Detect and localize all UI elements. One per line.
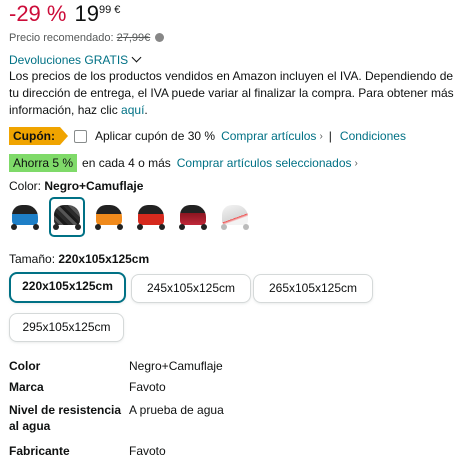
price-fraction: 99 € [98,4,121,16]
free-returns-label: Devoluciones GRATIS [9,53,129,67]
separator: | [328,129,332,143]
spec-key: Fabricante [9,444,70,458]
spec-value: Favoto [129,380,166,394]
coupon-text[interactable]: Aplicar cupón de 30 % [95,129,215,143]
recommended-price-label: Precio recomendado: [9,32,114,44]
size-option-220[interactable]: 220x105x125cm [9,272,126,303]
chevron-right-icon: › [354,157,358,169]
swatch-silver[interactable] [219,199,251,235]
coupon-row: Cupón: Aplicar cupón de 30 % Comprar art… [9,127,406,145]
wheel-shape [75,224,81,230]
size-selected: 220x105x125cm [58,252,150,266]
free-returns-link[interactable]: Devoluciones GRATIS [9,52,142,67]
coupon-shop-link[interactable]: Comprar artículos [221,129,316,143]
swatch-red[interactable] [135,199,167,235]
spec-value: Favoto [129,444,166,458]
swatch-blue[interactable] [9,199,41,235]
wheel-shape [11,224,17,230]
spec-key: Marca [9,380,44,394]
wheel-shape [179,224,185,230]
size-label: Tamaño: 220x105x125cm [9,252,149,266]
color-swatches [9,197,261,237]
save-badge: Ahorra 5 % [9,154,78,172]
vat-end: . [144,103,148,117]
spec-key: Nivel de resistencia al agua [9,402,129,434]
color-label: Color: Negro+Camuflaje [9,179,143,193]
vat-text: Los precios de los productos vendidos en… [9,69,454,117]
chevron-down-icon [131,52,142,63]
chevron-right-icon: › [319,130,323,142]
wheel-shape [117,224,123,230]
size-option-295[interactable]: 295x105x125cm [9,313,124,342]
size-label-text: Tamaño: [9,252,56,266]
price-row: -29 % 19 99 € [9,0,120,30]
bike-cover-image [12,205,38,225]
discount-percent: -29 % [9,1,67,26]
wheel-shape [159,224,165,230]
recommended-price-value: 27,99€ [116,32,151,44]
save-row: Ahorra 5 % en cada 4 o más Comprar artíc… [9,154,358,172]
wheel-shape [95,224,101,230]
price-whole: 19 [74,1,99,26]
bike-cover-image [54,205,80,225]
swatch-dark-red[interactable] [177,199,209,235]
swatch-camo-selected[interactable] [49,197,85,237]
bike-cover-image [138,205,164,225]
wheel-shape [221,224,227,230]
color-selected: Negro+Camuflaje [44,179,144,193]
wheel-shape [33,224,39,230]
bike-cover-image [180,205,206,225]
vat-notice: Los precios de los productos vendidos en… [9,68,464,119]
color-label-text: Color: [9,179,42,193]
vat-more-info-link[interactable]: aquí [121,103,144,117]
coupon-conditions-link[interactable]: Condiciones [340,129,406,143]
recommended-price: Precio recomendado: 27,99€ [9,32,165,44]
spec-key-line2: al agua [9,419,51,433]
coupon-badge: Cupón: [9,127,68,145]
spec-key-line1: Nivel de resistencia [9,403,122,417]
wheel-shape [201,224,207,230]
info-icon[interactable] [155,33,165,42]
wheel-shape [53,224,59,230]
size-option-265[interactable]: 265x105x125cm [253,274,373,303]
wheel-shape [243,224,249,230]
swatch-orange[interactable] [93,199,125,235]
wheel-shape [137,224,143,230]
coupon-checkbox[interactable] [73,129,87,143]
save-text: en cada 4 o más [82,156,171,170]
spec-key: Color [9,359,41,373]
size-option-245[interactable]: 245x105x125cm [131,274,251,303]
bike-cover-image [96,205,122,225]
save-shop-link[interactable]: Comprar artículos seleccionados [177,156,352,170]
spec-value: Negro+Camuflaje [129,359,223,373]
bike-cover-image [222,205,248,225]
spec-value: A prueba de agua [129,403,224,417]
